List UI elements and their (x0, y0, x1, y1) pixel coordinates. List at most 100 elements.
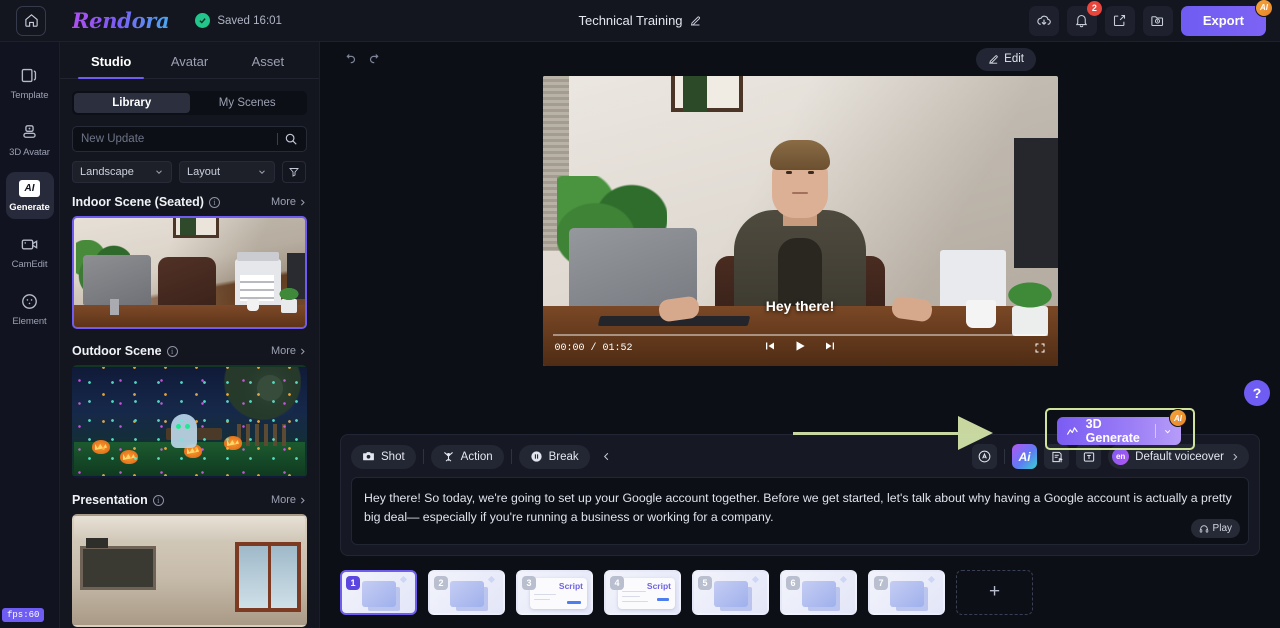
skip-previous-icon[interactable] (764, 340, 776, 352)
magic-wand-button[interactable] (972, 444, 998, 469)
play-icon[interactable] (793, 339, 807, 353)
scene-art-picture (173, 218, 220, 238)
tab-avatar[interactable]: Avatar (150, 42, 228, 78)
timeline-scene-2[interactable]: 2 (428, 569, 505, 615)
library-segmented-control: Library My Scenes (72, 91, 307, 115)
timeline-scene-4[interactable]: Script 4 (604, 569, 681, 615)
break-button[interactable]: Break (518, 444, 590, 469)
section-title: Indoor Scene (Seated) (72, 195, 204, 209)
download-button[interactable] (1028, 5, 1059, 36)
timeline-scene-5[interactable]: 5 (692, 569, 769, 615)
info-icon[interactable]: i (166, 345, 178, 357)
script-card: Shot Action Break Ai en Default voiceove… (340, 434, 1260, 556)
info-icon[interactable]: i (152, 494, 164, 506)
ai-generate-icon: AI (19, 180, 40, 197)
scene-thumbnail-outdoor[interactable] (72, 365, 307, 478)
sidebar-item-generate[interactable]: AI Generate (5, 172, 54, 219)
scene-line (534, 593, 556, 595)
document-title[interactable]: Technical Training (578, 13, 701, 28)
video-frame (542, 76, 1058, 366)
redo-button[interactable] (362, 46, 388, 72)
ai-assistant-icon: Ai (1018, 449, 1031, 464)
filter-button[interactable] (282, 161, 306, 183)
scene-art-monitor (83, 255, 151, 305)
preview-stage: Hey there! 00:00 / 01:52 (320, 76, 1280, 428)
chevron-down-icon[interactable] (1163, 426, 1172, 437)
3d-generate-button[interactable]: 3D Generate AI (1057, 409, 1187, 445)
add-scene-button[interactable]: + (956, 569, 1033, 615)
skip-next-icon[interactable] (824, 340, 836, 352)
orientation-select[interactable]: Landscape (72, 161, 172, 183)
headphones-icon (1199, 524, 1208, 533)
section-header-indoor: Indoor Scene (Seated) i More (60, 195, 319, 209)
sidebar-item-element[interactable]: Element (6, 284, 54, 333)
timeline-scene-7[interactable]: 7 (868, 569, 945, 615)
script-play-button[interactable]: Play (1190, 519, 1240, 538)
timeline-scene-1[interactable]: 1 (340, 569, 417, 615)
section-more-outdoor[interactable]: More (271, 345, 307, 357)
info-icon[interactable]: i (208, 196, 220, 208)
avatar-icon (23, 125, 36, 138)
notification-count: 2 (1086, 0, 1102, 16)
undo-button[interactable] (336, 46, 362, 72)
sidebar-item-camedit[interactable]: CamEdit (6, 227, 54, 276)
pencil-icon[interactable] (690, 15, 702, 27)
edit-label: Edit (1004, 53, 1024, 65)
export-label: Export (1202, 13, 1244, 28)
orientation-value: Landscape (80, 166, 134, 178)
scene-thumb-art (890, 580, 924, 607)
home-icon (24, 14, 38, 27)
history-button[interactable] (1142, 5, 1173, 36)
action-button[interactable]: Action (430, 444, 504, 469)
camera-edit-icon (21, 239, 38, 250)
tab-studio[interactable]: Studio (72, 42, 150, 79)
sidebar-item-template[interactable]: Template (6, 58, 54, 107)
timeline-scene-6[interactable]: 6 (780, 569, 857, 615)
3d-generate-label: 3D Generate (1085, 417, 1140, 445)
chevron-left-icon (604, 452, 609, 461)
edit-button[interactable]: Edit (976, 47, 1036, 71)
more-label: More (270, 494, 296, 506)
time-display: 00:00 / 01:52 (554, 343, 633, 354)
progress-bar[interactable] (552, 334, 1048, 336)
pencil-icon (989, 54, 998, 64)
ai-assistant-button[interactable]: Ai (1012, 444, 1038, 469)
avatar-eye-right (808, 171, 814, 174)
segment-library[interactable]: Library (74, 93, 190, 113)
sidebar-label-template: Template (10, 90, 49, 101)
chevron-down-icon (259, 170, 265, 174)
notifications-button[interactable]: 2 (1066, 0, 1102, 36)
check-icon (195, 13, 211, 28)
toolbar-divider (1004, 449, 1006, 464)
redo-icon (369, 53, 379, 63)
scene-art-lights (74, 367, 305, 476)
scene-thumb-art (362, 580, 396, 607)
scene-number: 7 (874, 575, 888, 590)
tab-asset[interactable]: Asset (229, 42, 307, 78)
fullscreen-icon[interactable] (1034, 342, 1046, 354)
export-button[interactable]: Export AI (1180, 0, 1273, 36)
scene-thumbnail-indoor[interactable] (72, 216, 307, 329)
section-more-presentation[interactable]: More (271, 494, 307, 506)
timeline-scene-3[interactable]: Script 3 (516, 569, 593, 615)
body: Template 3D Avatar AI Generate CamEdit E… (0, 42, 1280, 628)
shot-button[interactable]: Shot (351, 444, 416, 469)
scene-script-label: Script (558, 580, 583, 591)
search-icon[interactable] (284, 132, 298, 146)
app-root: Rendora Saved 16:01 Technical Training 2… (0, 0, 1280, 628)
share-button[interactable] (1104, 5, 1135, 36)
search-bar[interactable] (72, 126, 307, 152)
layout-select[interactable]: Layout (179, 161, 275, 183)
collapse-toolbar-button[interactable] (597, 446, 617, 468)
chevron-right-icon (301, 497, 305, 503)
script-textarea[interactable]: Hey there! So today, we're going to set … (351, 477, 1249, 545)
generate-divider (1154, 424, 1156, 438)
sidebar-item-3d-avatar[interactable]: 3D Avatar (6, 115, 54, 164)
section-more-indoor[interactable]: More (271, 196, 307, 208)
video-player[interactable]: Hey there! 00:00 / 01:52 (542, 76, 1058, 366)
search-input[interactable] (81, 133, 271, 145)
help-button[interactable]: ? (1244, 380, 1270, 406)
segment-my-scenes[interactable]: My Scenes (190, 93, 306, 113)
home-button[interactable] (16, 5, 46, 36)
scene-thumbnail-presentation[interactable] (72, 514, 307, 627)
